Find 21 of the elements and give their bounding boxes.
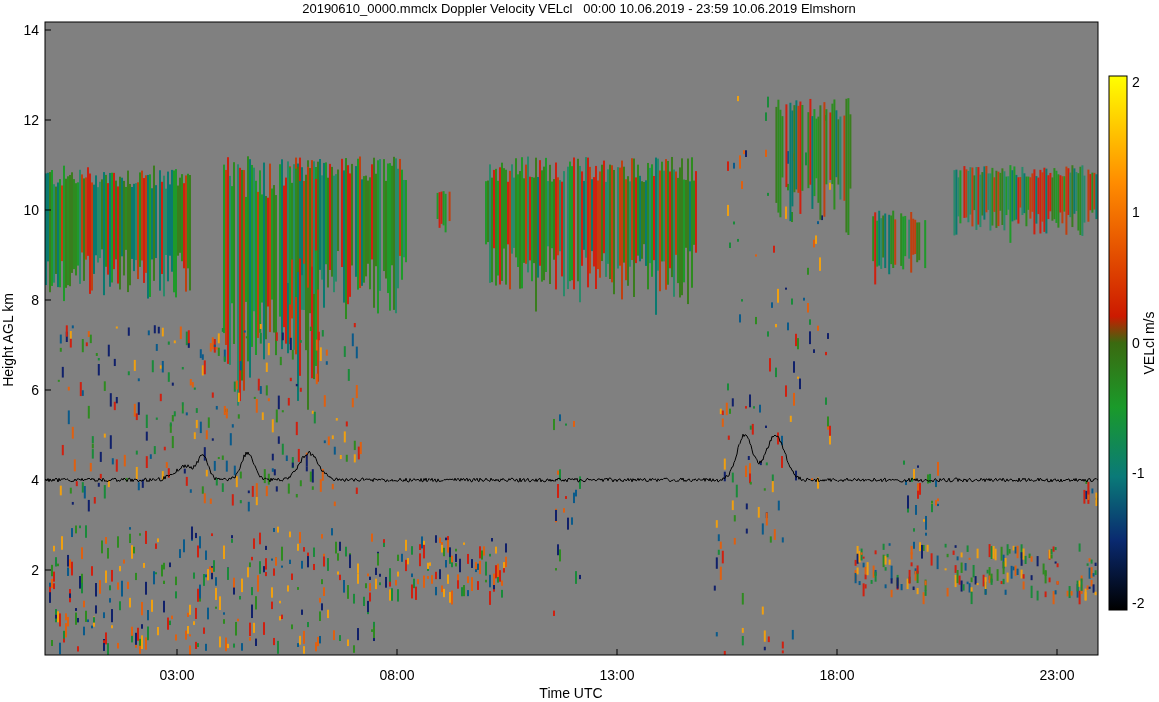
x-tick-label: 13:00 [599, 667, 635, 683]
colorbar-tick-label: -1 [1132, 464, 1145, 481]
colorbar-label: VELcl m/s [1141, 311, 1157, 375]
x-tick-label: 03:00 [159, 667, 195, 683]
x-tick-label: 23:00 [1039, 667, 1075, 683]
y-axis-label: Height AGL km [0, 293, 16, 387]
x-tick-label: 08:00 [379, 667, 415, 683]
y-tick-label: 4 [31, 472, 39, 488]
y-tick-label: 10 [23, 202, 39, 218]
y-tick-label: 14 [23, 22, 39, 38]
y-tick-label: 2 [31, 562, 39, 578]
chart-title: 20190610_0000.mmclx Doppler Velocity VELcl 00:00 10.06.2019 - 23:59 10.06.2019 Elmshorn [302, 1, 856, 16]
colorbar-tick-label: -2 [1132, 595, 1145, 611]
y-tick-label: 8 [31, 292, 39, 308]
x-tick-label: 18:00 [819, 667, 855, 683]
y-tick-label: 6 [31, 382, 39, 398]
colorbar-tick-label: 2 [1132, 74, 1140, 90]
x-axis-label: Time UTC [539, 685, 603, 701]
y-tick-label: 12 [23, 112, 39, 128]
colorbar-tick-label: 1 [1132, 204, 1140, 221]
colorbar-tick-label: 0 [1132, 334, 1140, 351]
